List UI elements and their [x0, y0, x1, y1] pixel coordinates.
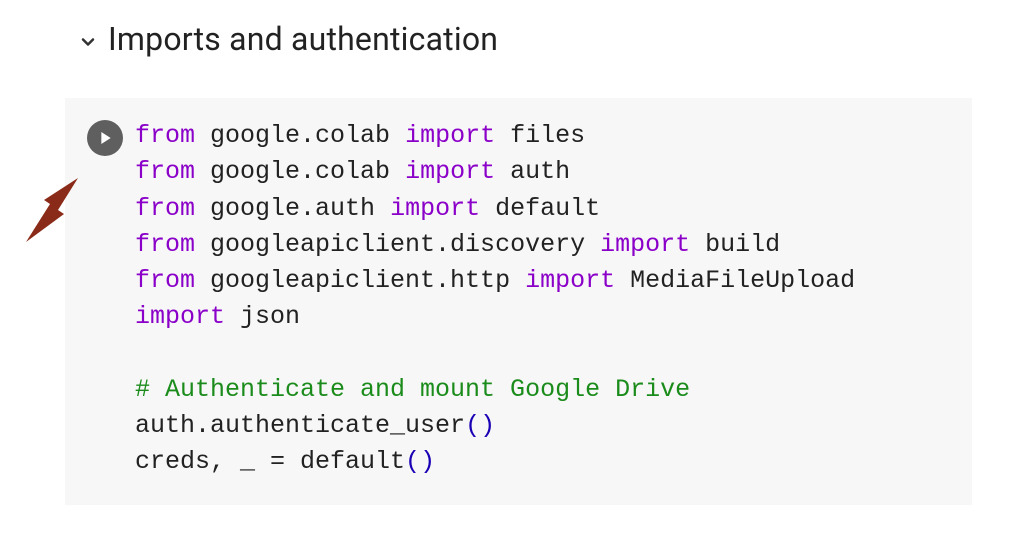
code-cell: from google.colab import filesfrom googl… — [65, 98, 972, 505]
code-line: from googleapiclient.discovery import bu… — [135, 227, 942, 263]
section-title: Imports and authentication — [108, 20, 498, 58]
code-editor[interactable]: from google.colab import filesfrom googl… — [135, 118, 942, 481]
code-line: # Authenticate and mount Google Drive — [135, 372, 942, 408]
code-line: from googleapiclient.http import MediaFi… — [135, 263, 942, 299]
code-line: creds, _ = default() — [135, 444, 942, 480]
run-gutter — [75, 118, 135, 481]
code-line: from google.colab import files — [135, 118, 942, 154]
code-line: auth.authenticate_user() — [135, 408, 942, 444]
code-line: import json — [135, 299, 942, 335]
code-line: from google.colab import auth — [135, 154, 942, 190]
section-header[interactable]: Imports and authentication — [0, 0, 1024, 58]
run-cell-button[interactable] — [87, 120, 123, 156]
code-line — [135, 336, 942, 372]
chevron-down-icon — [78, 32, 98, 52]
play-icon — [98, 130, 114, 146]
code-line: from google.auth import default — [135, 191, 942, 227]
